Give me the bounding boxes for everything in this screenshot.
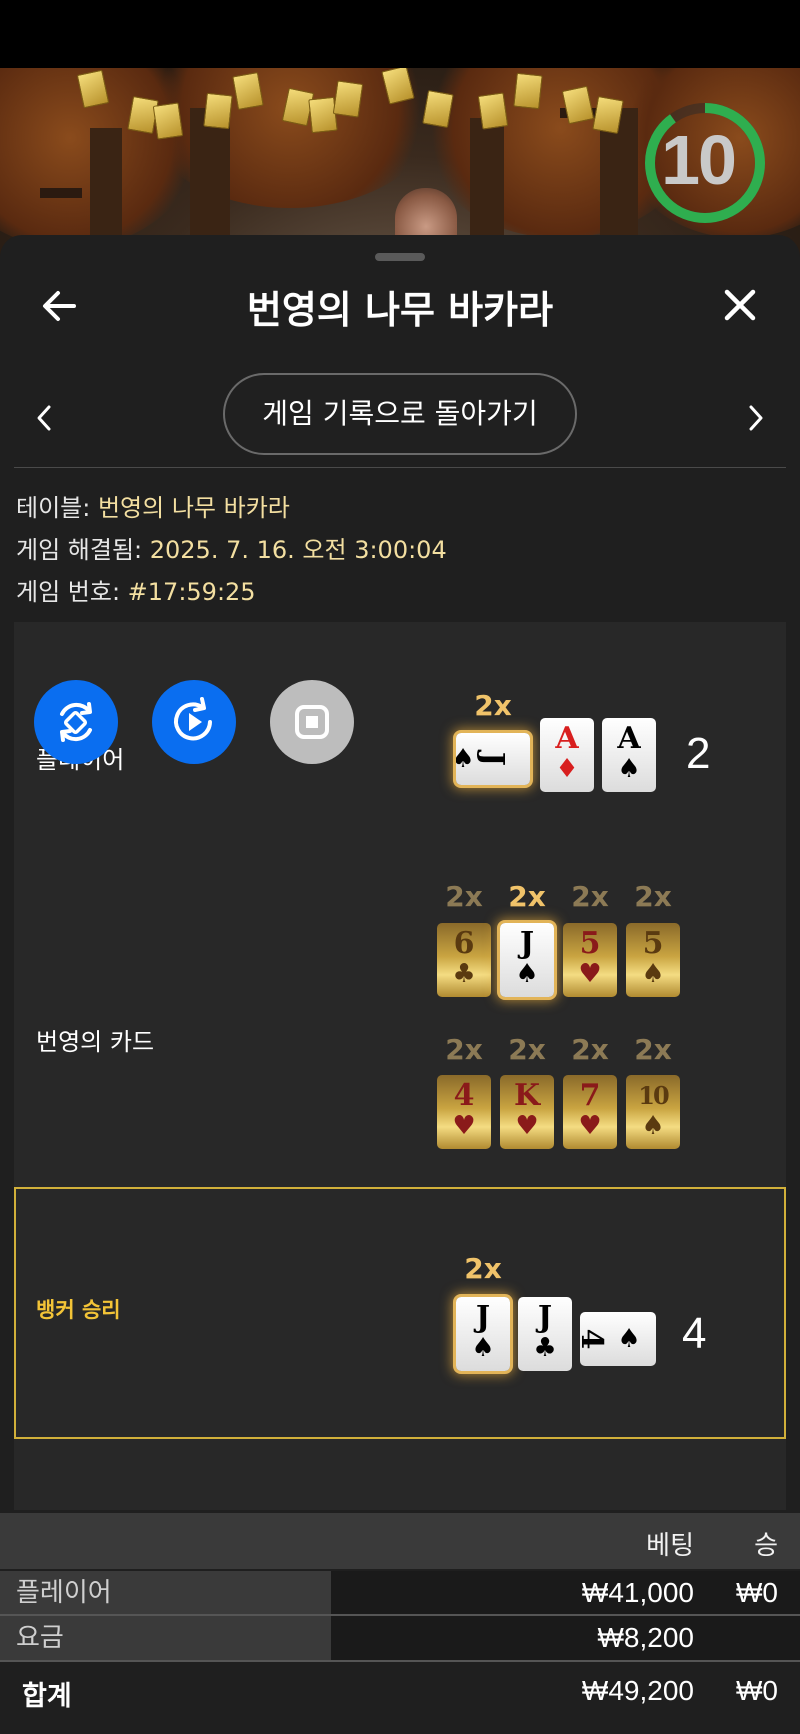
bet-name: 플레이어 xyxy=(0,1571,331,1615)
card-rank: 5 xyxy=(642,926,664,961)
column-win: 승 xyxy=(754,1531,778,1561)
game-number-info: 게임 번호: #17:59:25 xyxy=(16,572,256,607)
close-button[interactable] xyxy=(710,275,770,335)
resolved-label: 게임 해결됨: xyxy=(16,536,150,564)
previous-game-button[interactable] xyxy=(22,393,66,443)
countdown-timer: 10 xyxy=(642,100,768,226)
card-suit: ♠ xyxy=(641,1111,665,1141)
banker-multiplier: 2x xyxy=(464,1252,502,1285)
table-row: 요금 ₩8,200 xyxy=(0,1616,800,1660)
fortune-cards-label: 번영의 카드 xyxy=(36,1028,155,1056)
player-card-1: J ♠ xyxy=(456,733,530,785)
resolved-info: 게임 해결됨: 2025. 7. 16. 오전 3:00:04 xyxy=(16,530,447,565)
stop-icon xyxy=(295,705,329,739)
column-bet: 베팅 xyxy=(646,1531,694,1561)
total-win: ₩0 xyxy=(736,1675,778,1706)
table-value: 번영의 나무 바카라 xyxy=(97,494,290,522)
bet-amount: ₩41,000 xyxy=(581,1577,694,1608)
page-title: 번영의 나무 바카라 xyxy=(246,288,554,332)
banker-row: 뱅커 승리 2x J ♠ J ♣ 4 ♠ 4 xyxy=(14,1187,786,1439)
card-suit: ♣ xyxy=(452,959,476,989)
table-info: 테이블: 번영의 나무 바카라 xyxy=(16,488,290,523)
fortune-card: 5 ♠ xyxy=(626,923,680,997)
back-to-history-button[interactable]: 게임 기록으로 돌아가기 xyxy=(223,373,577,455)
replay-icon xyxy=(174,697,212,741)
timer-value: 10 xyxy=(661,121,737,199)
banker-card-2: J ♣ xyxy=(518,1297,572,1371)
fortune-card: 4 ♥ xyxy=(437,1075,491,1149)
back-button[interactable] xyxy=(30,275,90,335)
table-label: 테이블: xyxy=(16,494,98,522)
card-suit: ♥ xyxy=(578,1111,602,1141)
total-label: 합계 xyxy=(22,1681,72,1712)
player-card-3: A ♠ xyxy=(602,718,656,792)
sync-button[interactable] xyxy=(34,680,118,764)
close-icon xyxy=(724,289,756,321)
next-game-button[interactable] xyxy=(734,393,778,443)
bet-name: 요금 xyxy=(0,1616,331,1660)
fortune-multiplier: 2x xyxy=(571,880,609,913)
card-rank: J xyxy=(519,926,535,961)
result-board: 플레이어 2x J xyxy=(14,622,786,1510)
player-total: 2 xyxy=(686,729,711,778)
bet-amount: ₩8,200 xyxy=(597,1622,695,1653)
game-history-panel: 번영의 나무 바카라 게임 기록으로 돌아가기 테이블: 번영의 나무 바카라 … xyxy=(0,235,800,1734)
card-rank: 6 xyxy=(453,926,475,961)
fortune-multiplier: 2x xyxy=(445,1033,483,1066)
fortune-multiplier: 2x xyxy=(508,880,546,913)
win-amount: ₩0 xyxy=(736,1577,778,1608)
sync-icon xyxy=(60,702,92,742)
fortune-card: 5 ♥ xyxy=(563,923,617,997)
banker-card-3: 4 ♠ xyxy=(580,1312,656,1366)
fortune-card: J ♠ xyxy=(500,923,554,997)
arrow-left-icon xyxy=(43,291,76,321)
game-number-value: #17:59:25 xyxy=(127,578,256,606)
banker-win-label: 뱅커 승리 xyxy=(36,1298,121,1322)
replay-button[interactable] xyxy=(152,680,236,764)
banker-card-1: J ♠ xyxy=(456,1297,510,1371)
card-suit: ♠ xyxy=(641,959,665,989)
fortune-multiplier: 2x xyxy=(634,1033,672,1066)
fortune-multiplier: 2x xyxy=(445,880,483,913)
player-multiplier: 2x xyxy=(474,689,512,722)
status-bar xyxy=(0,0,800,68)
fortune-card: K ♥ xyxy=(500,1075,554,1149)
card-suit: ♠ xyxy=(515,959,539,989)
player-card-2: A ♦ xyxy=(540,718,594,792)
fortune-multiplier: 2x xyxy=(508,1033,546,1066)
card-rank: 10 xyxy=(638,1081,669,1110)
card-suit: ♥ xyxy=(452,1111,476,1141)
table-header: 베팅 승 xyxy=(0,1513,800,1569)
total-row: 합계 ₩49,200 ₩0 xyxy=(0,1662,800,1720)
card-suit: ♥ xyxy=(515,1111,539,1141)
table-row: 플레이어 ₩41,000 ₩0 xyxy=(0,1571,800,1615)
resolved-value: 2025. 7. 16. 오전 3:00:04 xyxy=(149,536,447,564)
fortune-card: 7 ♥ xyxy=(563,1075,617,1149)
stop-button[interactable] xyxy=(270,680,354,764)
card-rank: K xyxy=(513,1078,541,1113)
chevron-left-icon xyxy=(37,405,51,431)
fortune-card: 10 ♠ xyxy=(626,1075,680,1149)
game-number-label: 게임 번호: xyxy=(16,578,128,606)
fortune-multiplier: 2x xyxy=(571,1033,609,1066)
fortune-card: 6 ♣ xyxy=(437,923,491,997)
card-rank: 5 xyxy=(579,926,601,961)
divider xyxy=(14,467,786,468)
chevron-right-icon xyxy=(749,405,763,431)
card-rank: 7 xyxy=(579,1078,601,1113)
card-suit: ♥ xyxy=(578,959,602,989)
card-rank: 4 xyxy=(453,1078,475,1113)
total-bet: ₩49,200 xyxy=(581,1675,694,1706)
drag-handle[interactable] xyxy=(375,253,425,261)
banker-total: 4 xyxy=(682,1309,707,1358)
fortune-multiplier: 2x xyxy=(634,880,672,913)
